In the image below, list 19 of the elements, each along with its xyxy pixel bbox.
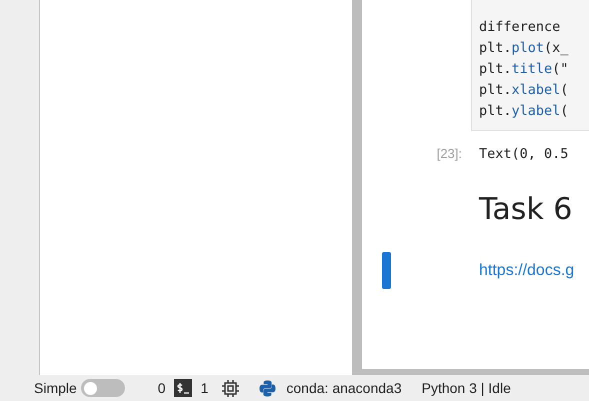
terminal-count: 0 <box>158 378 166 398</box>
terminal-icon[interactable] <box>174 379 192 397</box>
code-line: plt.xlabel( <box>479 81 570 100</box>
code-cell[interactable]: difference plt.plot(x_ plt.title(" plt.xlabel( plt.ylabel( <box>471 0 589 131</box>
docs-link[interactable]: https://docs.g <box>479 258 574 283</box>
output-text: Text(0, 0.5 <box>478 145 568 164</box>
kernel-status: Python 3 | Idle <box>422 378 511 398</box>
python-icon <box>259 380 276 396</box>
kernel-count: 1 <box>200 378 208 398</box>
code-line: plt.plot(x_ <box>479 39 570 58</box>
mode-toggle[interactable] <box>80 379 125 397</box>
chip-icon[interactable] <box>222 380 240 396</box>
code-line: plt.title(" <box>479 60 570 79</box>
environment-label: conda: anaconda3 <box>286 378 402 398</box>
code-line: difference <box>479 18 562 37</box>
code-line: plt.ylabel( <box>479 102 570 121</box>
mode-label: Simple <box>34 378 77 398</box>
output-prompt: [23]: <box>436 145 462 164</box>
section-heading: Task 6 <box>479 190 572 229</box>
